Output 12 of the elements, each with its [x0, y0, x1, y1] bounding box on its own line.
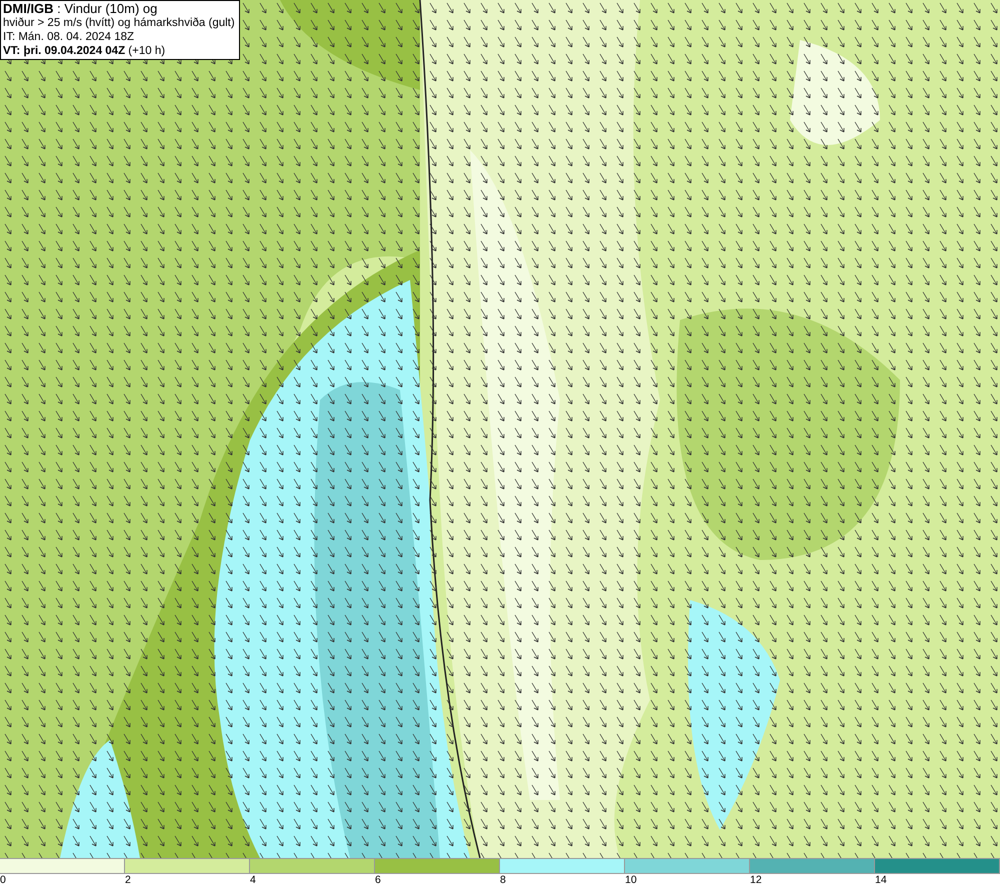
legend-tick-label: 4	[250, 874, 256, 887]
legend-tick-label: 10	[625, 874, 637, 887]
title-line: IT: Mán. 08. 04. 2024 18Z	[3, 30, 136, 44]
legend-tick-label: 14	[875, 874, 887, 887]
legend-tick-label: 12	[750, 874, 762, 887]
title-line: DMI/IGB : Vindur (10m) og	[3, 2, 158, 16]
legend-tick-label: 2	[125, 874, 131, 887]
legend-tick-label: 0	[0, 874, 6, 887]
legend-tick-label: 8	[500, 874, 506, 887]
title-line: hviður > 25 m/s (hvítt) og hámarkshviða (gult)	[3, 16, 235, 30]
legend-tick-label: 6	[375, 874, 381, 887]
title-line: VT: þri. 09.04.2024 04Z (+10 h)	[3, 44, 166, 58]
